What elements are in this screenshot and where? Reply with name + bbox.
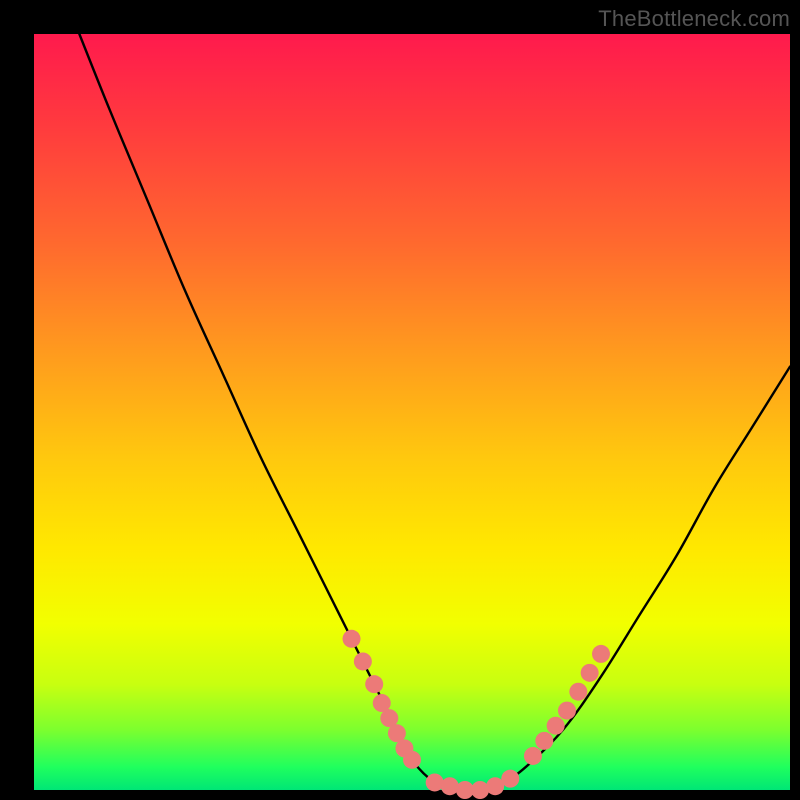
marker-dot bbox=[592, 645, 610, 663]
marker-dot bbox=[581, 664, 599, 682]
marker-dot bbox=[471, 781, 489, 799]
marker-dot bbox=[547, 717, 565, 735]
marker-dot bbox=[558, 702, 576, 720]
chart-svg bbox=[34, 34, 790, 790]
marker-dot bbox=[365, 675, 383, 693]
marker-dot bbox=[441, 777, 459, 795]
marker-dot bbox=[426, 773, 444, 791]
bottleneck-curve bbox=[79, 34, 790, 791]
plot-area bbox=[34, 34, 790, 790]
marker-dot bbox=[501, 770, 519, 788]
marker-dot bbox=[354, 652, 372, 670]
marker-dot bbox=[403, 751, 421, 769]
marker-dot bbox=[524, 747, 542, 765]
chart-frame: TheBottleneck.com bbox=[0, 0, 800, 800]
marker-dots bbox=[343, 630, 610, 799]
marker-dot bbox=[535, 732, 553, 750]
marker-dot bbox=[343, 630, 361, 648]
marker-dot bbox=[569, 683, 587, 701]
watermark-text: TheBottleneck.com bbox=[598, 6, 790, 32]
